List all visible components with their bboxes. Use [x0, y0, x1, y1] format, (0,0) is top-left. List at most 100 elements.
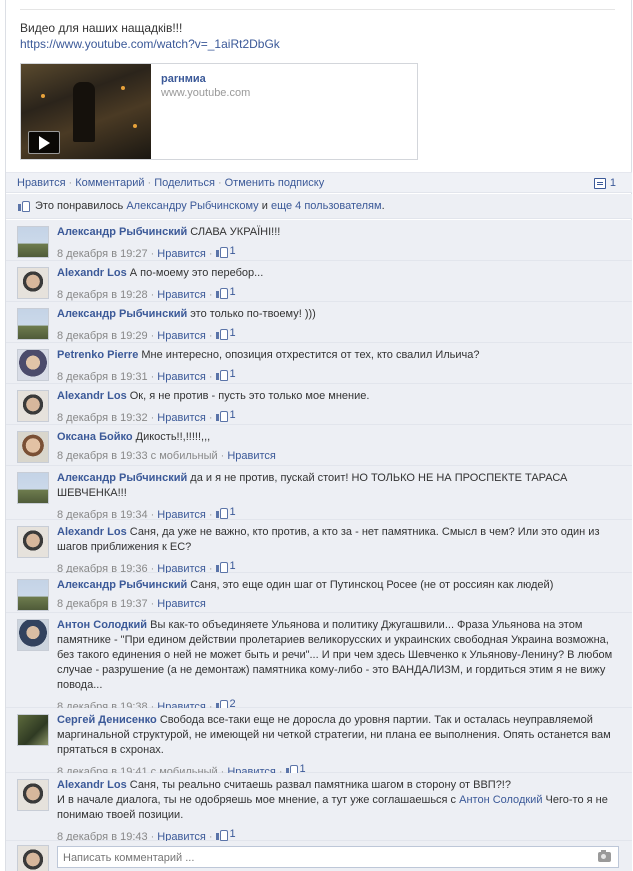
comment-body: Александр Рыбчинский это только по-твоем…: [57, 307, 617, 344]
share-domain: www.youtube.com: [161, 87, 251, 99]
comment-like-count[interactable]: 1: [215, 244, 236, 259]
like-count: 1: [229, 560, 236, 572]
share-attachment[interactable]: pаrнмиа www.youtube.com: [20, 63, 418, 160]
like-thumb-icon: [215, 410, 228, 422]
comment-like-count[interactable]: 1: [215, 285, 236, 300]
likes-summary: Это понравилось Александру Рыбчинскому и…: [6, 194, 632, 219]
comment-date[interactable]: 8 декабря в 19:27: [57, 248, 148, 260]
like-thumb-icon: [215, 369, 228, 381]
comment-date[interactable]: 8 декабря в 19:29: [57, 330, 148, 342]
comment-text: Саня, да уже не важно, кто против, а кто…: [57, 526, 600, 553]
like-count: 1: [229, 368, 236, 380]
comment-text: А по-моему это перебор...: [129, 267, 264, 279]
comment-body: Сергей Денисенко Свобода все-таки еще не…: [57, 713, 617, 780]
likes-summary-text: Это понравилось Александру Рыбчинскому и…: [35, 200, 385, 218]
post-link[interactable]: https://www.youtube.com/watch?v=_1aiRt2D…: [20, 36, 280, 52]
comment-like-link[interactable]: Нравится: [157, 330, 206, 342]
avatar[interactable]: [17, 526, 49, 558]
comment-body: Александр Рыбчинский да и я не против, п…: [57, 471, 617, 523]
comment-item: Alexandr Los Саня, ты реально считаешь р…: [6, 773, 632, 843]
comment-body: Alexandr Los А по-моему это перебор... 8…: [57, 266, 617, 303]
avatar[interactable]: [17, 714, 49, 746]
avatar[interactable]: [17, 619, 49, 651]
comment-item: Alexandr Los А по-моему это перебор... 8…: [6, 261, 632, 302]
comment-item: Alexandr Los Ок, я не против - пусть это…: [6, 384, 632, 425]
avatar[interactable]: [17, 349, 49, 381]
avatar[interactable]: [17, 472, 49, 504]
camera-icon[interactable]: [598, 850, 611, 862]
comment-author[interactable]: Александр Рыбчинский: [57, 579, 187, 591]
comment-like-link[interactable]: Нравится: [157, 289, 206, 301]
avatar[interactable]: [17, 390, 49, 422]
comment-like-link[interactable]: Нравится: [157, 371, 206, 383]
comment-author[interactable]: Petrenko Pierre: [57, 349, 138, 361]
like-thumb-icon: [215, 328, 228, 340]
comment-like-count[interactable]: 1: [215, 408, 236, 423]
comment-date[interactable]: 8 декабря в 19:32: [57, 412, 148, 424]
comment-like-link[interactable]: Нравится: [157, 248, 206, 260]
comment-author[interactable]: Александр Рыбчинский: [57, 472, 187, 484]
comment-date[interactable]: 8 декабря в 19:31: [57, 371, 148, 383]
video-thumbnail[interactable]: [21, 64, 151, 159]
play-icon[interactable]: [28, 131, 60, 154]
like-count: 1: [229, 245, 236, 257]
like-thumb-icon: [215, 287, 228, 299]
comment-icon: [593, 177, 606, 189]
comment-item: Александр Рыбчинский Саня, это еще один …: [6, 573, 632, 613]
comment-author[interactable]: Alexandr Los: [57, 267, 127, 279]
avatar[interactable]: [17, 579, 49, 611]
comment-link[interactable]: Комментарий: [75, 177, 144, 189]
comment-author[interactable]: Александр Рыбчинский: [57, 308, 187, 320]
liker-link[interactable]: Александру Рыбчинскому: [126, 200, 258, 212]
comment-date[interactable]: 8 декабря в 19:33 с мобильный: [57, 450, 218, 462]
like-link[interactable]: Нравится: [17, 177, 66, 189]
comment-like-count[interactable]: 1: [215, 326, 236, 341]
mention-link[interactable]: Антон Солодкий: [459, 794, 542, 806]
comment-like-count[interactable]: 1: [215, 827, 236, 842]
comment-text: Саня, ты реально считаешь развал памятни…: [129, 779, 511, 791]
avatar[interactable]: [17, 226, 49, 258]
comment-item: Антон Солодкий Вы как-то объединяете Уль…: [6, 613, 632, 713]
comment-input[interactable]: [57, 846, 619, 868]
comment-text: СЛАВА УКРАЇНІ!!!: [190, 226, 281, 238]
comment-author[interactable]: Сергей Денисенко: [57, 714, 157, 726]
comment-like-link[interactable]: Нравится: [227, 450, 276, 462]
comment-author[interactable]: Александр Рыбчинский: [57, 226, 187, 238]
avatar[interactable]: [17, 779, 49, 811]
separator: ·: [68, 177, 73, 189]
comment-like-link[interactable]: Нравится: [157, 598, 206, 610]
comment-like-count[interactable]: 1: [215, 505, 236, 520]
like-thumb-icon: [18, 200, 30, 212]
share-link[interactable]: Поделиться: [154, 177, 215, 189]
unsubscribe-link[interactable]: Отменить подписку: [225, 177, 325, 189]
comment-text: И в начале диалога, ты не одобряешь мое …: [57, 794, 457, 806]
share-title[interactable]: pаrнмиа: [161, 73, 206, 85]
comment-like-count[interactable]: 1: [215, 559, 236, 574]
comment-body: Alexandr Los Саня, ты реально считаешь р…: [57, 778, 617, 845]
comment-date[interactable]: 8 декабря в 19:28: [57, 289, 148, 301]
comment-author[interactable]: Оксана Бойко: [57, 431, 133, 443]
comment-author[interactable]: Alexandr Los: [57, 526, 127, 538]
avatar[interactable]: [17, 431, 49, 463]
comment-author[interactable]: Alexandr Los: [57, 390, 127, 402]
comment-counter[interactable]: 1: [593, 177, 616, 189]
like-count: 1: [229, 506, 236, 518]
avatar[interactable]: [17, 308, 49, 340]
comment-meta: 8 декабря в 19:37 · Нравится: [57, 598, 206, 610]
separator: ·: [147, 177, 152, 189]
avatar[interactable]: [17, 267, 49, 299]
comment-item: Оксана Бойко Дикость!!,!!!!!,,, 8 декабр…: [6, 425, 632, 466]
comment-item: Сергей Денисенко Свобода все-таки еще не…: [6, 708, 632, 778]
comment-count: 1: [609, 177, 616, 189]
comment-body: Александр Рыбчинский СЛАВА УКРАЇНІ!!! 8 …: [57, 225, 617, 262]
like-thumb-icon: [215, 246, 228, 258]
comment-author[interactable]: Антон Солодкий: [57, 619, 147, 631]
comment-like-link[interactable]: Нравится: [157, 412, 206, 424]
comment-item: Александр Рыбчинский это только по-твоем…: [6, 302, 632, 343]
comment-date[interactable]: 8 декабря в 19:37: [57, 598, 148, 610]
comment-meta: 8 декабря в 19:31 · Нравится · 1: [57, 367, 236, 383]
comment-author[interactable]: Alexandr Los: [57, 779, 127, 791]
others-likers-link[interactable]: еще 4 пользователям: [271, 200, 382, 212]
comment-like-count[interactable]: 1: [215, 367, 236, 382]
comment-composer: [6, 841, 632, 871]
